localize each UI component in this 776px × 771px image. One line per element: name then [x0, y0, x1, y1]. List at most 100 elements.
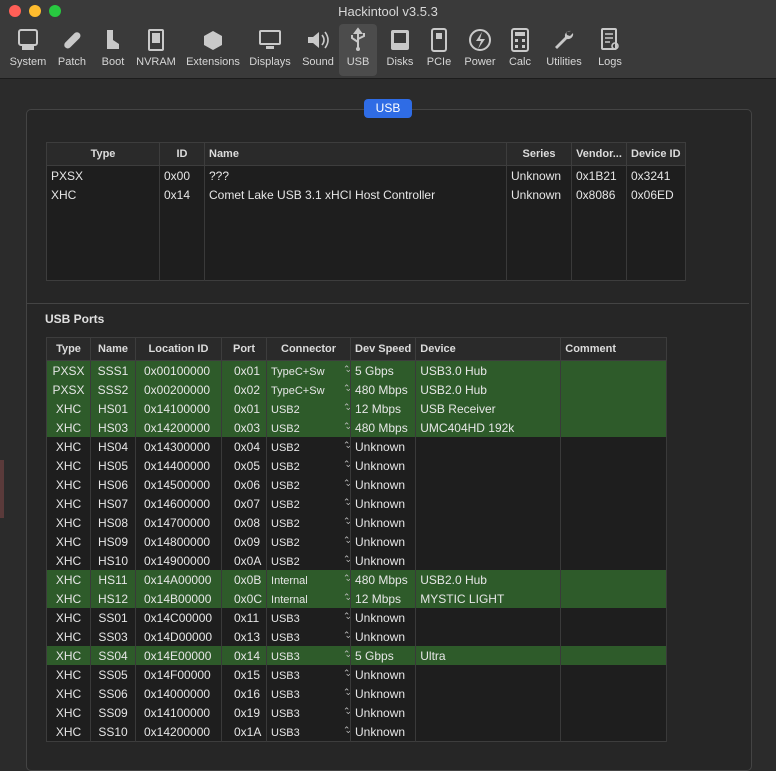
ports-column-header[interactable]: Type	[46, 337, 91, 361]
controller-row[interactable]: XHC 0x14 Comet Lake USB 3.1 xHCI Host Cont…	[46, 185, 686, 204]
connector-select[interactable]: USB2 ⌃⌄	[266, 437, 352, 456]
connector-select[interactable]: USB2 ⌃⌄	[266, 532, 352, 551]
port-comment-cell[interactable]	[560, 532, 668, 551]
connector-select[interactable]: USB3 ⌃⌄	[266, 665, 352, 684]
controllers-column-header[interactable]: Device ID	[626, 142, 686, 166]
toolbar-calc-button[interactable]: Calc	[505, 24, 535, 76]
port-comment-cell[interactable]	[560, 418, 668, 437]
ports-column-header[interactable]: Device	[415, 337, 562, 361]
usb-segment-button[interactable]: USB	[364, 99, 412, 118]
port-comment-cell[interactable]	[560, 399, 668, 418]
usb-port-row[interactable]: XHC HS07 0x14600000 0x07 USB2 ⌃⌄ Unknown	[46, 494, 668, 513]
usb-port-row[interactable]: XHC HS05 0x14400000 0x05 USB2 ⌃⌄ Unknown	[46, 456, 668, 475]
connector-select[interactable]: USB3 ⌃⌄	[266, 627, 352, 646]
usb-port-row[interactable]: XHC HS09 0x14800000 0x09 USB2 ⌃⌄ Unknown	[46, 532, 668, 551]
port-comment-cell[interactable]	[560, 627, 668, 646]
port-type-cell: XHC	[46, 665, 91, 684]
empty-cell	[571, 223, 627, 242]
connector-select[interactable]: Internal ⌃⌄	[266, 570, 352, 589]
usb-port-row[interactable]: XHC HS08 0x14700000 0x08 USB2 ⌃⌄ Unknown	[46, 513, 668, 532]
connector-select[interactable]: USB2 ⌃⌄	[266, 475, 352, 494]
controllers-column-header[interactable]: Name	[204, 142, 507, 166]
connector-select[interactable]: TypeC+Sw ⌃⌄	[266, 360, 352, 380]
chevron-updown-icon: ⌃⌄	[342, 572, 350, 583]
port-comment-cell[interactable]	[560, 589, 668, 608]
usb-port-row[interactable]: XHC HS01 0x14100000 0x01 USB2 ⌃⌄ 12 Mbps USB Re…	[46, 399, 668, 418]
port-comment-cell[interactable]	[560, 494, 668, 513]
toolbar-extensions-button[interactable]: Extensions	[181, 24, 245, 76]
connector-select[interactable]: USB3 ⌃⌄	[266, 646, 352, 665]
usb-port-row[interactable]: XHC HS06 0x14500000 0x06 USB2 ⌃⌄ Unknown	[46, 475, 668, 494]
port-comment-cell[interactable]	[560, 646, 668, 665]
usb-port-row[interactable]: XHC SS05 0x14F00000 0x15 USB3 ⌃⌄ Unknown	[46, 665, 668, 684]
port-comment-cell[interactable]	[560, 722, 668, 742]
toolbar-label: Patch	[57, 56, 87, 68]
usb-port-row[interactable]: PXSX SSS2 0x00200000 0x02 TypeC+Sw ⌃⌄ 480 Mbps…	[46, 380, 668, 399]
toolbar-usb-button[interactable]: USB	[339, 24, 377, 76]
toolbar-nvram-button[interactable]: NVRAM	[133, 24, 179, 76]
usb-port-row[interactable]: XHC HS11 0x14A00000 0x0B Internal ⌃⌄ 480 Mbps U…	[46, 570, 668, 589]
toolbar-power-button[interactable]: Power	[459, 24, 501, 76]
usb-port-row[interactable]: XHC SS06 0x14000000 0x16 USB3 ⌃⌄ Unknown	[46, 684, 668, 703]
usb-port-row[interactable]: PXSX SSS1 0x00100000 0x01 TypeC+Sw ⌃⌄ 5 Gbps US…	[46, 360, 668, 380]
connector-select[interactable]: USB2 ⌃⌄	[266, 418, 352, 437]
port-comment-cell[interactable]	[560, 570, 668, 589]
port-comment-cell[interactable]	[560, 513, 668, 532]
connector-select[interactable]: USB2 ⌃⌄	[266, 494, 352, 513]
port-name-cell: SS03	[90, 627, 136, 646]
port-comment-cell[interactable]	[560, 703, 668, 722]
ports-column-header[interactable]: Name	[90, 337, 136, 361]
port-type-cell: XHC	[46, 570, 91, 589]
port-device-cell	[415, 437, 562, 456]
connector-select[interactable]: USB3 ⌃⌄	[266, 608, 352, 627]
toolbar-sound-button[interactable]: Sound	[297, 24, 339, 76]
port-comment-cell[interactable]	[560, 551, 668, 570]
usb-port-row[interactable]: XHC HS04 0x14300000 0x04 USB2 ⌃⌄ Unknown	[46, 437, 668, 456]
port-comment-cell[interactable]	[560, 456, 668, 475]
usb-port-row[interactable]: XHC SS03 0x14D00000 0x13 USB3 ⌃⌄ Unknown	[46, 627, 668, 646]
usb-port-row[interactable]: XHC SS04 0x14E00000 0x14 USB3 ⌃⌄ 5 Gbps Ultra	[46, 646, 668, 665]
toolbar-patch-button[interactable]: Patch	[52, 24, 92, 76]
ports-column-header[interactable]: Dev Speed	[350, 337, 417, 361]
usb-port-row[interactable]: XHC HS10 0x14900000 0x0A USB2 ⌃⌄ Unknown	[46, 551, 668, 570]
port-comment-cell[interactable]	[560, 475, 668, 494]
port-comment-cell[interactable]	[560, 437, 668, 456]
port-comment-cell[interactable]	[560, 380, 668, 399]
ports-column-header[interactable]: Connector	[266, 337, 352, 361]
connector-select[interactable]: Internal ⌃⌄	[266, 589, 352, 608]
ports-column-header[interactable]: Port	[221, 337, 268, 361]
toolbar-logs-button[interactable]: Logs	[591, 24, 629, 76]
ports-column-header[interactable]: Location ID	[135, 337, 222, 361]
toolbar-pcie-button[interactable]: PCIe	[421, 24, 457, 76]
port-name-cell: HS10	[90, 551, 136, 570]
connector-select[interactable]: USB2 ⌃⌄	[266, 551, 352, 570]
port-comment-cell[interactable]	[560, 360, 668, 380]
connector-select[interactable]: USB2 ⌃⌄	[266, 456, 352, 475]
connector-select[interactable]: USB3 ⌃⌄	[266, 703, 352, 722]
toolbar-boot-button[interactable]: Boot	[94, 24, 132, 76]
connector-select[interactable]: USB3 ⌃⌄	[266, 684, 352, 703]
toolbar-system-button[interactable]: System	[5, 24, 51, 76]
usb-port-row[interactable]: XHC SS10 0x14200000 0x1A USB3 ⌃⌄ Unknown	[46, 722, 668, 742]
controllers-column-header[interactable]: Vendor...	[571, 142, 627, 166]
usb-port-row[interactable]: XHC SS01 0x14C00000 0x11 USB3 ⌃⌄ Unknown	[46, 608, 668, 627]
port-comment-cell[interactable]	[560, 665, 668, 684]
toolbar-utilities-button[interactable]: Utilities	[539, 24, 589, 76]
connector-select[interactable]: TypeC+Sw ⌃⌄	[266, 380, 352, 399]
connector-select[interactable]: USB3 ⌃⌄	[266, 722, 352, 742]
port-comment-cell[interactable]	[560, 684, 668, 703]
controllers-column-header[interactable]: Series	[506, 142, 572, 166]
usb-port-row[interactable]: XHC HS03 0x14200000 0x03 USB2 ⌃⌄ 480 Mbps UMC40…	[46, 418, 668, 437]
controllers-column-header[interactable]: Type	[46, 142, 160, 166]
empty-cell	[571, 261, 627, 281]
port-comment-cell[interactable]	[560, 608, 668, 627]
toolbar-disks-button[interactable]: Disks	[381, 24, 419, 76]
usb-port-row[interactable]: XHC SS09 0x14100000 0x19 USB3 ⌃⌄ Unknown	[46, 703, 668, 722]
controllers-column-header[interactable]: ID	[159, 142, 205, 166]
usb-port-row[interactable]: XHC HS12 0x14B00000 0x0C Internal ⌃⌄ 12 Mbps MY…	[46, 589, 668, 608]
toolbar-displays-button[interactable]: Displays	[245, 24, 295, 76]
connector-select[interactable]: USB2 ⌃⌄	[266, 513, 352, 532]
ports-column-header[interactable]: Comment	[560, 337, 668, 361]
connector-select[interactable]: USB2 ⌃⌄	[266, 399, 352, 418]
controller-row[interactable]: PXSX 0x00??? Unknown 0x1B21 0x3241	[46, 165, 686, 185]
